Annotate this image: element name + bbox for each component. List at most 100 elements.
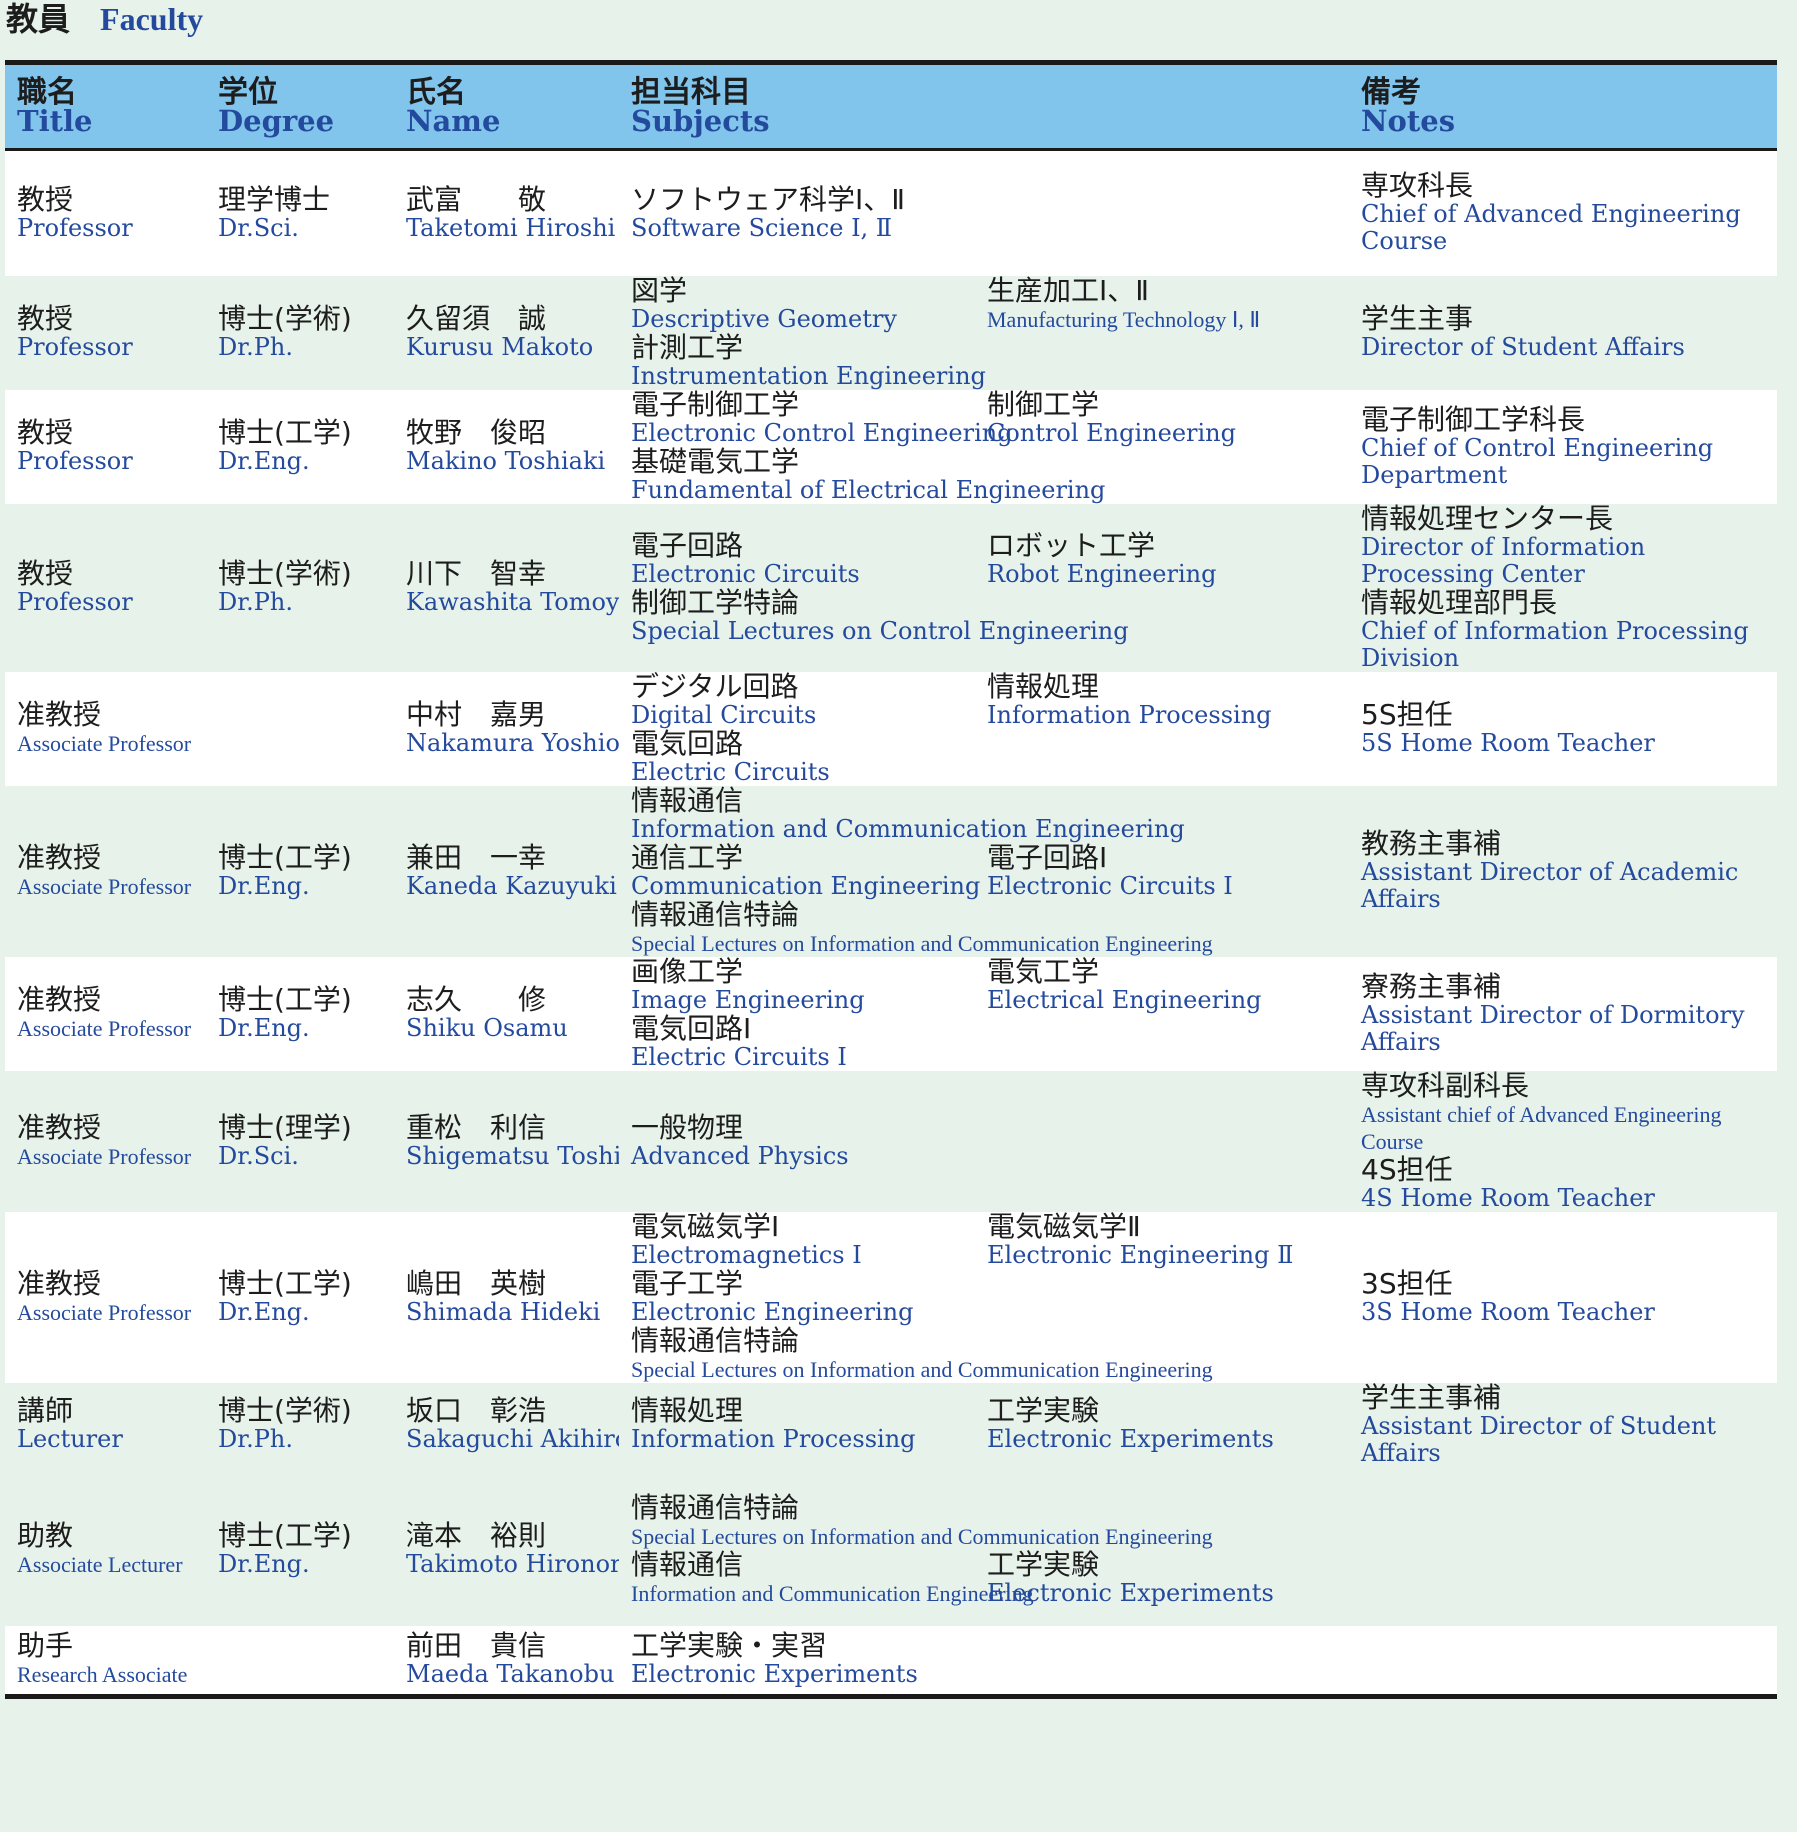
name-cell: 兼田 一幸 Kaneda Kazuyuki [394,786,619,957]
title-cell-en: Associate Professor [17,1299,192,1325]
name-cell: 久留須 誠 Kurusu Makoto [394,276,619,390]
note-en: Director of Information Processing Cente… [1361,532,1646,588]
subject-ja: ロボット工学 [987,528,1156,562]
subjects-cell: 情報通信 Information and Communication Engine… [619,786,1349,957]
subject-item: 情報通信特論 Special Lectures on Information an… [631,1323,1349,1383]
subjects-cell: 工学実験・実習 Electronic Experiments [619,1626,1349,1696]
subject-item: 電子回路 Electronic Circuits [631,530,987,588]
subjects-cell: 情報処理 Information Processing 工学実験 Electronic… [619,1383,1349,1471]
subject-item: 電子制御工学 Electronic Control Engineering [631,390,1013,447]
table-row: 教授 Professor 博士(学術) Dr.Ph. 久留須 誠 Kurusu Makot… [5,275,1777,390]
name-cell: 坂口 彰浩 Sakaguchi Akihiro [394,1383,619,1471]
name-cell: 前田 貴信 Maeda Takanobu [394,1626,619,1696]
subjects-list: 画像工学 Image Engineering 電気工学 Electrical Engi… [631,957,1349,1071]
subject-en: Electronic Experiments [987,1578,1274,1607]
subjects-list: 情報通信特論 Special Lectures on Information an… [631,1492,1349,1607]
subject-item: 工学実験 Electronic Experiments [987,1396,1349,1453]
subject-ja: 情報処理 [631,1394,744,1427]
table-header: 職名 Title 学位 Degree 氏名 Name 担当科目 Subjects… [5,62,1777,150]
degree-cell: 博士(工学) Dr.Eng. [206,1466,394,1626]
title-cell: 助教 Associate Lecturer [5,1466,206,1626]
subject-item: 情報処理 Information Processing [987,672,1349,729]
subject-en: Special Lectures on Information and Comm… [631,930,1213,956]
subjects-cell: 電子制御工学 Electronic Control Engineering 制御工学… [619,390,1349,504]
subject-item: ソフトウェア科学Ⅰ、Ⅱ Software Science Ⅰ, Ⅱ [631,184,1349,242]
degree-cell-ja: 博士(工学) [218,1519,352,1553]
title-cell: 准教授 Associate Professor [5,672,206,786]
note-en: Assistant chief of Advanced Engineering … [1361,1101,1722,1154]
title-cell-ja: 教授 [17,302,74,335]
degree-cell [206,1626,394,1696]
subject-ja: 情報通信 [631,785,744,817]
degree-cell-en: Dr.Eng. [218,1014,310,1042]
degree-cell-en: Dr.Ph. [218,588,293,616]
table-row: 准教授 Associate Professor 博士(工学) Dr.Eng. 兼田 一幸… [5,785,1777,957]
degree-cell: 博士(工学) Dr.Eng. [206,786,394,957]
degree-cell: 博士(学術) Dr.Ph. [206,276,394,390]
name-cell-en: Nakamura Yoshio [406,729,619,757]
title-cell-ja: 教授 [17,557,74,590]
subjects-list: 一般物理 Advanced Physics [631,1112,1349,1170]
table-row: 教授 Professor 理学博士 Dr.Sci. 武富 敬 Taketomi Hiros… [5,149,1777,276]
subject-item: 通信工学 Communication Engineering [631,842,987,900]
name-cell-ja: 牧野 俊昭 [406,416,547,449]
subject-en: Descriptive Geometry [631,304,897,333]
subject-en: Information Processing [987,700,1272,729]
subject-en: Information and Communication Engineerin… [631,814,1185,843]
subject-ja: デジタル回路 [631,671,799,703]
name-cell-en: Makino Toshiaki [406,447,606,475]
title-cell-ja: 准教授 [17,840,102,874]
title-cell: 准教授 Associate Professor [5,786,206,957]
subject-item: 工学実験 Electronic Experiments [987,1549,1349,1607]
title-cell: 教授 Professor [5,150,206,276]
subject-item: 制御工学 Control Engineering [987,390,1349,447]
name-cell-ja: 兼田 一幸 [406,840,547,874]
subject-item: 生産加工Ⅰ、Ⅱ Manufacturing Technology Ⅰ, Ⅱ [987,276,1349,333]
name-cell-ja: 嶋田 英樹 [406,1266,547,1300]
table-row: 助教 Associate Lecturer 博士(工学) Dr.Eng. 滝本 裕則 Ta… [5,1466,1777,1626]
subject-en: Electrical Engineering [987,985,1262,1014]
subject-ja: 電気磁気学Ⅱ [987,1211,1141,1243]
subject-item: 電気磁気学Ⅱ Electronic Engineering Ⅱ [987,1212,1349,1269]
title-cell-en: Lecturer [17,1425,123,1453]
subject-ja: 電気工学 [987,956,1100,988]
subject-en: Image Engineering [631,985,865,1014]
note-ja: 5S担任 [1361,698,1453,731]
subject-en: Manufacturing Technology Ⅰ, Ⅱ [987,306,1261,332]
note-en: Chief of Advanced Engineering Course [1361,200,1741,256]
subject-item: 情報通信特論 Special Lectures on Information an… [631,899,1349,957]
subject-ja: 制御工学 [987,389,1100,421]
table-body: 教授 Professor 理学博士 Dr.Sci. 武富 敬 Taketomi Hiros… [5,149,1777,1696]
subject-ja: 電子工学 [631,1266,744,1300]
subject-en: Software Science Ⅰ, Ⅱ [631,213,893,242]
subject-ja: 計測工学 [631,330,744,364]
subject-item: 一般物理 Advanced Physics [631,1112,1349,1170]
subject-ja: 情報通信特論 [631,1323,800,1357]
header-title: 職名 Title [17,75,93,138]
degree-cell: 博士(理学) Dr.Sci. [206,1071,394,1212]
title-cell-en: Professor [17,447,133,475]
table-row: 教授 Professor 博士(工学) Dr.Eng. 牧野 俊昭 Makino Tosh… [5,389,1777,504]
subject-en: Digital Circuits [631,700,817,729]
notes-cell: 寮務主事補 Assistant Director of Dormitory Aff… [1349,957,1777,1071]
name-cell-ja: 坂口 彰浩 [406,1394,547,1427]
table-row: 教授 Professor 博士(学術) Dr.Ph. 川下 智幸 Kawashita To… [5,503,1777,672]
subjects-list: 図学 Descriptive Geometry 生産加工Ⅰ、Ⅱ Manufacturi… [631,276,1349,390]
title-cell-ja: 講師 [17,1394,74,1427]
subject-en: Electronic Control Engineering [631,418,1013,447]
name-cell: 中村 嘉男 Nakamura Yoshio [394,672,619,786]
degree-cell-en: Dr.Sci. [218,1141,299,1170]
subject-ja: 情報通信 [631,1547,744,1581]
degree-cell-ja: 博士(学術) [218,557,352,590]
title-cell: 教授 Professor [5,276,206,390]
name-cell: 滝本 裕則 Takimoto Hironori [394,1466,619,1626]
name-cell-ja: 武富 敬 [406,182,547,216]
notes-cell: 専攻科副科長 Assistant chief of Advanced Engine… [1349,1071,1777,1212]
subject-en: Special Lectures on Information and Comm… [631,1356,1213,1382]
subject-ja: 制御工学特論 [631,585,800,619]
subject-en: Advanced Physics [631,1141,849,1170]
title-cell-ja: 准教授 [17,698,102,731]
page-title-en: Faculty [100,1,204,37]
title-cell-ja: 教授 [17,416,74,449]
subject-ja: 工学実験・実習 [631,1629,828,1663]
